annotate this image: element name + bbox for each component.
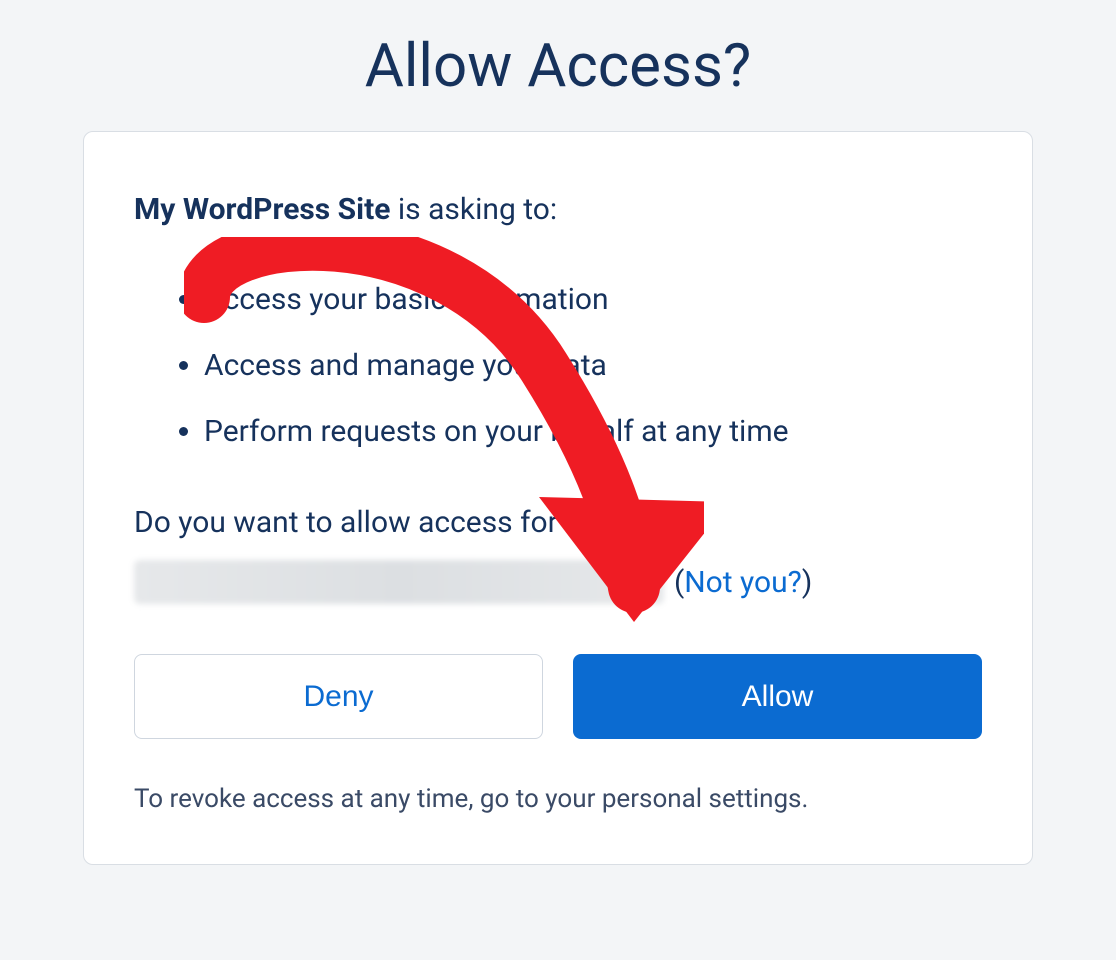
- consent-card: My WordPress Site is asking to: Access y…: [83, 131, 1033, 865]
- asking-line: My WordPress Site is asking to:: [134, 192, 982, 227]
- not-you-link[interactable]: Not you?: [684, 565, 802, 600]
- allow-access-prompt: Do you want to allow access for: [134, 505, 982, 540]
- permissions-list: Access your basic information Access and…: [134, 267, 982, 465]
- paren-close: ): [802, 565, 812, 600]
- allow-button[interactable]: Allow: [573, 654, 982, 739]
- paren-open: (: [674, 565, 684, 600]
- button-row: Deny Allow: [134, 654, 982, 739]
- asking-suffix: is asking to:: [390, 192, 557, 227]
- user-email-redacted: [134, 560, 664, 604]
- deny-button[interactable]: Deny: [134, 654, 543, 739]
- app-name: My WordPress Site: [134, 192, 390, 227]
- permission-item: Perform requests on your behalf at any t…: [204, 399, 982, 465]
- permission-item: Access your basic information: [204, 267, 982, 333]
- page-title: Allow Access?: [365, 30, 752, 101]
- revoke-note: To revoke access at any time, go to your…: [134, 784, 982, 814]
- user-identity-row: (Not you?): [134, 560, 982, 604]
- not-you-wrap: (Not you?): [674, 565, 812, 600]
- permission-item: Access and manage your data: [204, 333, 982, 399]
